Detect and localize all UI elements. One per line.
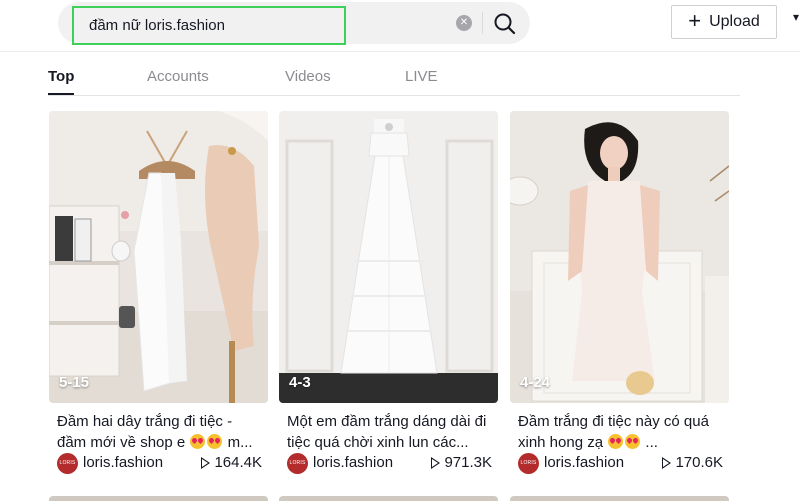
video-card[interactable]: 4-24 Đầm trắng đi tiệc này có quá xinh ho… xyxy=(510,111,729,477)
card-meta: LORIS loris.fashion 170.6K xyxy=(510,453,729,477)
heart-eyes-emoji-icon xyxy=(608,434,624,449)
caption-tail: m... xyxy=(227,434,253,451)
tab-accounts[interactable]: Accounts xyxy=(147,68,209,85)
tab-live[interactable]: LIVE xyxy=(405,68,438,85)
search-tabs: Top Accounts Videos LIVE xyxy=(48,58,740,96)
video-thumbnail[interactable]: 4-24 xyxy=(510,111,729,403)
view-count-value: 170.6K xyxy=(675,454,723,471)
card-meta: LORIS loris.fashion 971.3K xyxy=(279,453,498,477)
search-input[interactable] xyxy=(72,6,346,45)
search-button[interactable] xyxy=(492,11,518,37)
avatar[interactable]: LORIS xyxy=(287,453,308,474)
view-count-value: 164.4K xyxy=(214,454,262,471)
author-name[interactable]: loris.fashion xyxy=(83,454,163,471)
video-card[interactable]: 4-3 Một em đầm trắng dáng dài đi tiệc quá… xyxy=(279,111,498,477)
thumbnail-image xyxy=(510,111,729,403)
active-tab-indicator xyxy=(48,93,74,95)
heart-eyes-emoji-icon xyxy=(190,434,206,449)
heart-eyes-emoji-icon xyxy=(625,434,641,449)
view-count: 170.6K xyxy=(662,454,723,471)
heart-eyes-emoji-icon xyxy=(207,434,223,449)
caption-tail: ... xyxy=(645,434,658,451)
caption-line: Đầm hai dây trắng đi tiệc - xyxy=(57,413,233,430)
video-thumbnail[interactable]: 5-15 xyxy=(49,111,268,403)
play-icon xyxy=(201,456,211,469)
chevron-down-icon[interactable]: ▾ xyxy=(793,10,799,24)
caption-line: xinh hong zạ xyxy=(518,434,604,451)
post-date: 5-15 xyxy=(59,374,90,391)
video-caption[interactable]: Đầm trắng đi tiệc này có quá xinh hong zạ… xyxy=(510,411,729,453)
play-icon xyxy=(431,456,441,469)
thumbnail-image xyxy=(49,111,268,403)
view-count: 164.4K xyxy=(201,454,262,471)
caption-line: Một em đầm trắng dáng dài đi xyxy=(287,413,487,430)
caption-line: Đầm trắng đi tiệc này có quá xyxy=(518,413,709,430)
video-thumbnail-peek[interactable] xyxy=(279,496,498,501)
video-thumbnail-peek[interactable] xyxy=(510,496,729,501)
video-thumbnail[interactable]: 4-3 xyxy=(279,111,498,403)
author-name[interactable]: loris.fashion xyxy=(544,454,624,471)
video-card[interactable]: 5-15 Đầm hai dây trắng đi tiệc - đầm mới … xyxy=(49,111,268,477)
play-icon xyxy=(662,456,672,469)
video-caption[interactable]: Đầm hai dây trắng đi tiệc - đầm mới về sh… xyxy=(49,411,268,453)
post-date: 4-24 xyxy=(520,374,551,391)
card-meta: LORIS loris.fashion 164.4K xyxy=(49,453,268,477)
video-thumbnail-peek[interactable] xyxy=(49,496,268,501)
tab-top[interactable]: Top xyxy=(48,68,74,85)
clear-icon[interactable]: ✕ xyxy=(456,15,472,31)
upload-button[interactable]: + Upload xyxy=(671,5,777,39)
caption-line: đầm mới về shop e xyxy=(57,434,186,451)
tab-videos[interactable]: Videos xyxy=(285,68,331,85)
author-name[interactable]: loris.fashion xyxy=(313,454,393,471)
caption-line: tiệc quá chời xinh lun các... xyxy=(287,434,469,451)
top-header: ✕ + Upload ▾ xyxy=(0,0,800,52)
avatar[interactable]: LORIS xyxy=(57,453,78,474)
search-divider xyxy=(482,12,483,34)
thumbnail-image xyxy=(279,111,498,403)
search-icon xyxy=(494,13,516,35)
view-count: 971.3K xyxy=(431,454,492,471)
search-bar: ✕ xyxy=(58,2,530,45)
post-date: 4-3 xyxy=(289,374,311,391)
video-caption[interactable]: Một em đầm trắng dáng dài đi tiệc quá chờ… xyxy=(279,411,498,453)
upload-label: Upload xyxy=(709,13,760,30)
plus-icon: + xyxy=(688,8,702,33)
avatar[interactable]: LORIS xyxy=(518,453,539,474)
view-count-value: 971.3K xyxy=(444,454,492,471)
